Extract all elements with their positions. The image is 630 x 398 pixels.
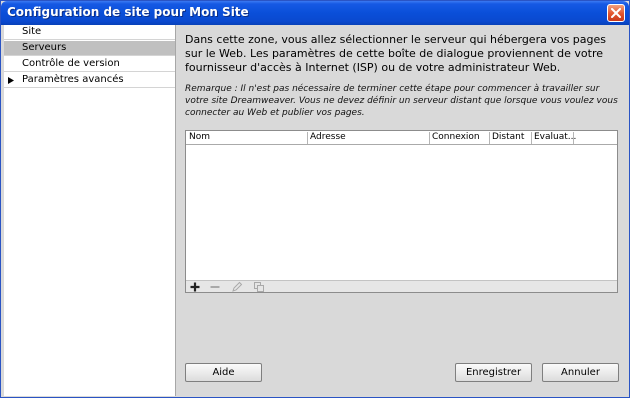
edit-icon <box>232 281 243 292</box>
duplicate-server-button[interactable] <box>253 281 267 293</box>
sidebar-item-site[interactable]: Site <box>4 25 175 40</box>
column-separator[interactable] <box>489 132 490 144</box>
add-icon <box>190 282 200 292</box>
servers-panel: Dans cette zone, vous allez sélectionner… <box>177 25 628 396</box>
server-list-header: Nom Adresse Connexion Distant Evaluat... <box>186 131 617 145</box>
sidebar-item-advanced-settings[interactable]: Paramètres avancés <box>4 73 175 88</box>
sidebar-item-label: Paramètres avancés <box>22 74 124 85</box>
server-list-toolbar <box>186 280 617 292</box>
help-button[interactable]: Aide <box>185 363 262 382</box>
edit-server-button[interactable] <box>231 281 245 293</box>
title-bar[interactable]: Configuration de site pour Mon Site <box>1 1 629 25</box>
column-header-remote[interactable]: Distant <box>492 132 524 142</box>
column-separator[interactable] <box>429 132 430 144</box>
sidebar-item-label: Contrôle de version <box>22 58 120 69</box>
remark-text: Remarque : Il n'est pas nécessaire de te… <box>185 84 618 118</box>
column-separator[interactable] <box>531 132 532 144</box>
cancel-button[interactable]: Annuler <box>542 363 619 382</box>
sidebar-item-label: Site <box>22 26 42 37</box>
add-server-button[interactable] <box>189 281 203 293</box>
save-button[interactable]: Enregistrer <box>455 363 532 382</box>
site-setup-dialog: Configuration de site pour Mon Site Site… <box>0 0 630 398</box>
server-list[interactable]: Nom Adresse Connexion Distant Evaluat... <box>185 130 618 293</box>
sidebar-item-label: Serveurs <box>22 42 67 53</box>
expand-arrow-icon[interactable] <box>8 77 14 84</box>
window-title: Configuration de site pour Mon Site <box>7 5 249 19</box>
close-button[interactable] <box>607 4 625 22</box>
column-header-evaluation[interactable]: Evaluat... <box>534 132 576 142</box>
sidebar-item-serveurs[interactable]: Serveurs <box>4 41 175 56</box>
intro-text: Dans cette zone, vous allez sélectionner… <box>185 33 606 74</box>
column-header-name[interactable]: Nom <box>189 132 210 142</box>
column-header-address[interactable]: Adresse <box>310 132 346 142</box>
duplicate-icon <box>254 282 264 292</box>
column-separator[interactable] <box>307 132 308 144</box>
column-separator[interactable] <box>573 132 574 144</box>
remove-icon <box>210 286 220 288</box>
remove-server-button[interactable] <box>209 281 223 293</box>
close-icon <box>611 8 621 18</box>
sidebar-item-version-control[interactable]: Contrôle de version <box>4 57 175 72</box>
category-sidebar: Site Serveurs Contrôle de version Paramè… <box>4 25 176 396</box>
dialog-content: Site Serveurs Contrôle de version Paramè… <box>4 25 628 396</box>
column-header-connection[interactable]: Connexion <box>432 132 480 142</box>
